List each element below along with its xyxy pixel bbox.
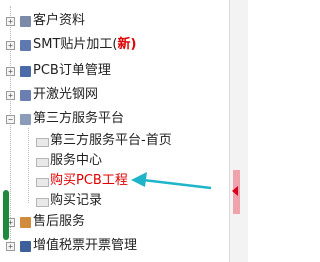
chip-icon: [20, 66, 31, 77]
sidebar-item-label: 第三方服务平台: [33, 111, 125, 126]
sidebar-item-third-party-platform[interactable]: − 第三方服务平台: [0, 110, 229, 128]
sidebar-item-after-sales[interactable]: + 售后服务: [0, 213, 229, 231]
collapse-toggle-icon[interactable]: −: [6, 115, 15, 124]
sidebar-subitem-label: 服务中心: [50, 153, 103, 168]
sidebar-subitem-service-center[interactable]: 服务中心: [0, 152, 229, 170]
page-icon: [36, 158, 49, 167]
collapse-arrow-icon[interactable]: [232, 186, 238, 196]
sidebar-item-smt[interactable]: + SMT贴片加工(新): [0, 36, 229, 54]
expand-toggle-icon[interactable]: +: [6, 67, 15, 76]
page-icon: [36, 178, 49, 187]
annotation-arrow-icon: [131, 172, 212, 190]
user-icon: [20, 16, 31, 27]
expand-toggle-icon[interactable]: +: [6, 41, 15, 50]
expand-toggle-icon[interactable]: +: [6, 17, 15, 26]
sidebar-tree: + 客户资料 + SMT贴片加工(新) + PCB订单管理 + 开激光钢网 − …: [0, 0, 229, 262]
chip-icon: [20, 90, 31, 101]
sidebar-item-laser-stencil[interactable]: + 开激光钢网: [0, 86, 229, 104]
page-icon: [36, 138, 49, 147]
card-icon: [20, 241, 31, 252]
expand-toggle-icon[interactable]: +: [6, 242, 15, 251]
sidebar-item-customer-info[interactable]: + 客户资料: [0, 12, 229, 30]
sidebar-item-label: SMT贴片加工(新): [33, 36, 136, 54]
sidebar-item-label: 售后服务: [33, 214, 86, 229]
chip-icon: [20, 40, 31, 51]
sidebar-item-label: 增值税票开票管理: [33, 238, 138, 253]
sidebar-item-label-text: SMT贴片加工(: [33, 37, 118, 52]
scrollbar-handle[interactable]: [3, 190, 9, 240]
sidebar-item-label: 客户资料: [33, 13, 86, 28]
new-badge: 新): [117, 37, 137, 52]
sidebar-item-pcb-orders[interactable]: + PCB订单管理: [0, 62, 229, 80]
sidebar-item-label: PCB订单管理: [33, 63, 111, 78]
sidebar-item-label: 开激光钢网: [33, 87, 99, 102]
sidebar-subitem-label: 购买记录: [50, 193, 103, 208]
sidebar-item-vat-invoice[interactable]: + 增值税票开票管理: [0, 237, 229, 255]
expand-toggle-icon[interactable]: +: [6, 91, 15, 100]
sidebar-subitem-purchase-records[interactable]: 购买记录: [0, 192, 229, 210]
folder-icon: [20, 114, 31, 125]
sidebar-subitem-platform-home[interactable]: 第三方服务平台-首页: [0, 132, 229, 150]
sidebar-subitem-label: 第三方服务平台-首页: [50, 133, 172, 148]
page-icon: [36, 198, 49, 207]
sidebar-collapse-strip[interactable]: [229, 0, 248, 262]
sidebar-subitem-label: 购买PCB工程: [50, 173, 128, 188]
person-icon: [20, 217, 31, 228]
